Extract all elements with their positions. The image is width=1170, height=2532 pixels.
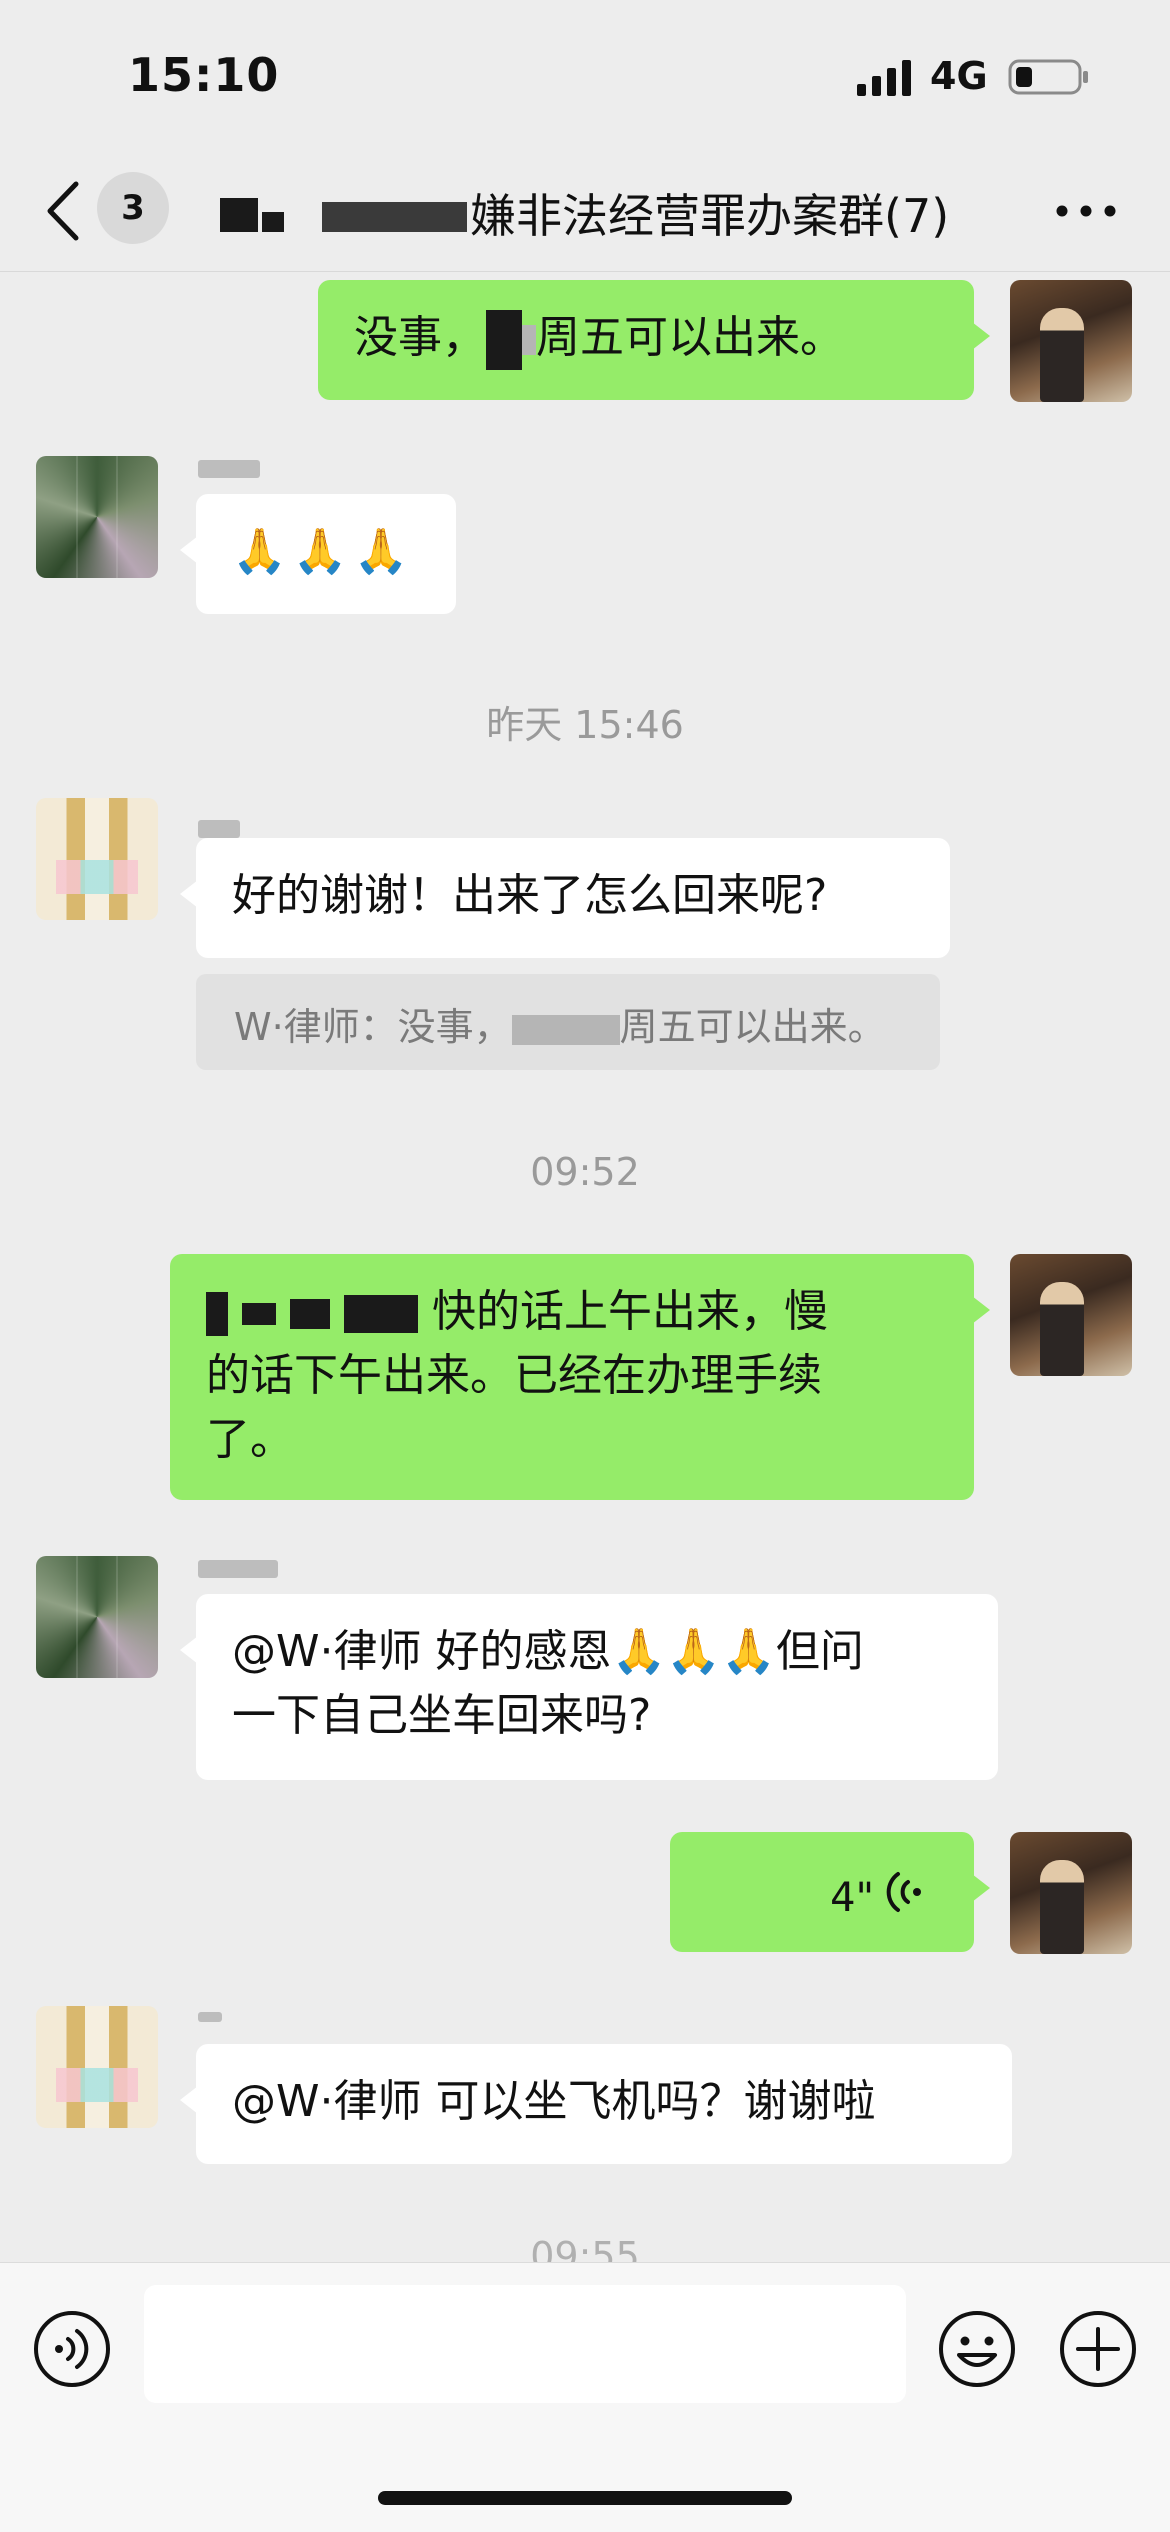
sender-name-redacted (198, 1560, 278, 1578)
message-bubble-incoming[interactable]: 🙏🙏🙏 (180, 494, 456, 614)
redacted-title-block (262, 212, 284, 232)
status-bar: 15:10 4G (0, 0, 1170, 150)
redacted-text (511, 1014, 620, 1045)
avatar[interactable] (36, 1556, 158, 1678)
chat-title: 嫌非法经营罪办案群(7) (470, 189, 950, 243)
voice-message-bubble[interactable]: 4" (670, 1832, 990, 1952)
quoted-message[interactable]: W·律师：没事， 周五可以出来。 (196, 974, 940, 1070)
navigation-bar: 3 嫌非法经营罪办案群(7) (0, 150, 1170, 272)
redacted-title-block (322, 202, 467, 232)
message-bubble-incoming[interactable]: 好的谢谢！出来了怎么回来呢? (180, 838, 950, 958)
sender-name-redacted (198, 2012, 222, 2022)
redacted-text (290, 1299, 330, 1329)
redacted-text (522, 325, 536, 355)
plus-icon[interactable] (1058, 2309, 1138, 2389)
timestamp: 昨天 15:46 (486, 703, 684, 747)
signal-icon (857, 60, 911, 96)
timestamp-partial: 09:55 (530, 2234, 640, 2262)
timestamp: 09:52 (530, 1150, 640, 1194)
avatar[interactable] (1010, 1832, 1132, 1954)
prayer-emoji: 🙏🙏🙏 (232, 526, 415, 577)
message-bubble-incoming[interactable]: @W·律师 好的感恩🙏🙏🙏但问 一下自己坐车回来吗? (180, 1594, 998, 1780)
emoji-icon[interactable] (937, 2309, 1017, 2389)
redacted-text (242, 1303, 276, 1325)
redacted-text (206, 1292, 228, 1336)
voice-icon[interactable] (32, 2309, 112, 2389)
back-chevron-icon[interactable] (40, 178, 90, 244)
avatar[interactable] (1010, 1254, 1132, 1376)
prayer-emoji: 🙏🙏🙏 (611, 1626, 776, 1677)
message-input[interactable] (144, 2285, 906, 2403)
sender-name-redacted (198, 460, 260, 478)
avatar[interactable] (36, 456, 158, 578)
battery-icon (1008, 59, 1088, 95)
network-label: 4G (930, 54, 988, 98)
avatar[interactable] (36, 798, 158, 920)
message-bubble-outgoing[interactable]: 没事， 周五可以出来。 (318, 280, 990, 400)
message-bubble-outgoing[interactable]: 快的话上午出来，慢 的话下午出来。已经在办理手续 了。 (170, 1254, 990, 1500)
unread-count-badge[interactable]: 3 (97, 172, 169, 244)
status-time: 15:10 (128, 48, 280, 102)
avatar[interactable] (1010, 280, 1132, 402)
redacted-text (486, 310, 522, 370)
voice-duration: 4" (830, 1875, 874, 1921)
message-bubble-incoming[interactable]: @W·律师 可以坐飞机吗？谢谢啦 (180, 2044, 1012, 2164)
sender-name-redacted (198, 820, 240, 838)
mention-tag[interactable]: @W·律师 (232, 1626, 422, 1677)
mention-tag[interactable]: @W·律师 (232, 2076, 422, 2127)
input-bar (0, 2262, 1170, 2532)
more-dots-icon[interactable] (1052, 184, 1120, 238)
home-indicator (378, 2491, 792, 2505)
redacted-text (344, 1295, 418, 1333)
voice-wave-icon (886, 1872, 921, 1912)
redacted-title-block (220, 198, 258, 232)
avatar[interactable] (36, 2006, 158, 2128)
